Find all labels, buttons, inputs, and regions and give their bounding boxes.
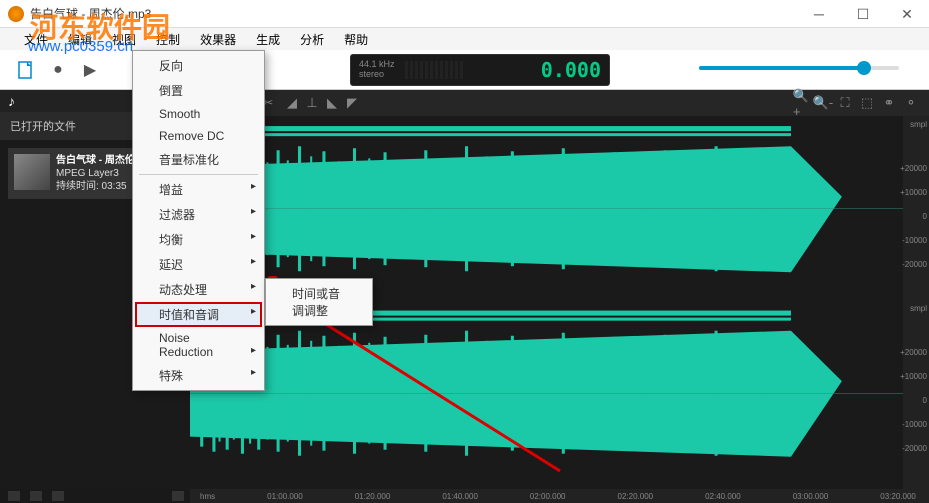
minimize-button[interactable]: ─ <box>797 0 841 28</box>
menu-control[interactable]: 控制 <box>146 31 190 48</box>
menu-special[interactable]: 特殊 <box>135 363 262 388</box>
file-thumbnail <box>14 154 50 190</box>
new-file-icon[interactable] <box>14 58 38 82</box>
link-on-icon[interactable]: ⚭ <box>881 95 897 111</box>
menu-normalize[interactable]: 音量标准化 <box>135 147 262 172</box>
menu-eq[interactable]: 均衡 <box>135 227 262 252</box>
menu-time-pitch[interactable]: 时值和音调 <box>135 302 262 327</box>
menu-remove-dc[interactable]: Remove DC <box>135 125 262 147</box>
fade-out2-icon[interactable]: ◤ <box>344 95 360 111</box>
status-bar-left <box>0 489 190 503</box>
lcd-display: 44.1 kHz stereo 0.000 <box>350 54 610 86</box>
menu-view[interactable]: 视图 <box>102 31 146 48</box>
timeline[interactable]: hms 01:00.000 01:20.000 01:40.000 02:00.… <box>190 489 929 503</box>
level-icon[interactable]: ⊥ <box>304 95 320 111</box>
link-off-icon[interactable]: ⚬ <box>903 95 919 111</box>
music-note-icon[interactable]: ♪ <box>8 93 15 109</box>
menu-gain[interactable]: 增益 <box>135 177 262 202</box>
fade-in-icon[interactable]: ◢ <box>284 95 300 111</box>
menu-edit[interactable]: 编辑 <box>58 31 102 48</box>
record-icon[interactable]: ● <box>46 58 70 82</box>
zoom-fit-icon[interactable]: ⛶ <box>837 95 853 111</box>
maximize-button[interactable]: ☐ <box>841 0 885 28</box>
submenu-time-pitch-adjust[interactable]: 时间或音调调整 <box>268 281 370 323</box>
fade-out-icon[interactable]: ◣ <box>324 95 340 111</box>
menu-delay[interactable]: 延迟 <box>135 252 262 277</box>
status-icon-4[interactable] <box>172 491 184 501</box>
status-icon-2[interactable] <box>30 491 42 501</box>
zoom-sel-icon[interactable]: ⬚ <box>859 95 875 111</box>
lcd-bars <box>405 61 463 79</box>
window-title: 告白气球 - 周杰伦.mp3 <box>30 5 151 22</box>
menu-generate[interactable]: 生成 <box>246 31 290 48</box>
menubar: 文件 编辑 视图 控制 效果器 生成 分析 帮助 <box>0 28 929 50</box>
menu-help[interactable]: 帮助 <box>334 31 378 48</box>
lcd-time-value: 0.000 <box>541 58 601 82</box>
menu-invert[interactable]: 倒置 <box>135 78 262 103</box>
menu-dynamics[interactable]: 动态处理 <box>135 277 262 302</box>
zoom-in-icon[interactable]: 🔍+ <box>793 95 809 111</box>
app-icon <box>8 6 24 22</box>
time-pitch-submenu: 时间或音调调整 <box>265 278 373 326</box>
zoom-out-icon[interactable]: 🔍- <box>815 95 831 111</box>
menu-reverse[interactable]: 反向 <box>135 53 262 78</box>
secondary-toolbar: ⎘ 📋 🗑 ✂ ◢ ⊥ ◣ ◤ 🔍+ 🔍- ⛶ ⬚ ⚭ ⚬ <box>190 90 929 116</box>
menu-filter[interactable]: 过滤器 <box>135 202 262 227</box>
status-icon-3[interactable] <box>52 491 64 501</box>
volume-slider[interactable] <box>699 66 899 70</box>
lcd-mode: stereo <box>359 70 395 80</box>
effects-dropdown: 反向 倒置 Smooth Remove DC 音量标准化 增益 过滤器 均衡 延… <box>132 50 265 391</box>
menu-noise-reduction[interactable]: Noise Reduction <box>135 327 262 363</box>
menu-file[interactable]: 文件 <box>14 31 58 48</box>
ruler-unit: smpl <box>910 120 927 129</box>
close-button[interactable]: ✕ <box>885 0 929 28</box>
titlebar: 告白气球 - 周杰伦.mp3 ─ ☐ ✕ <box>0 0 929 28</box>
menu-effects[interactable]: 效果器 <box>190 31 246 48</box>
timeline-unit: hms <box>200 492 215 501</box>
amplitude-ruler: smpl +20000 +10000 0 -10000 -20000 smpl … <box>903 116 929 489</box>
menu-analysis[interactable]: 分析 <box>290 31 334 48</box>
play-icon[interactable]: ▶ <box>78 58 102 82</box>
menu-smooth[interactable]: Smooth <box>135 103 262 125</box>
status-icon-1[interactable] <box>8 491 20 501</box>
